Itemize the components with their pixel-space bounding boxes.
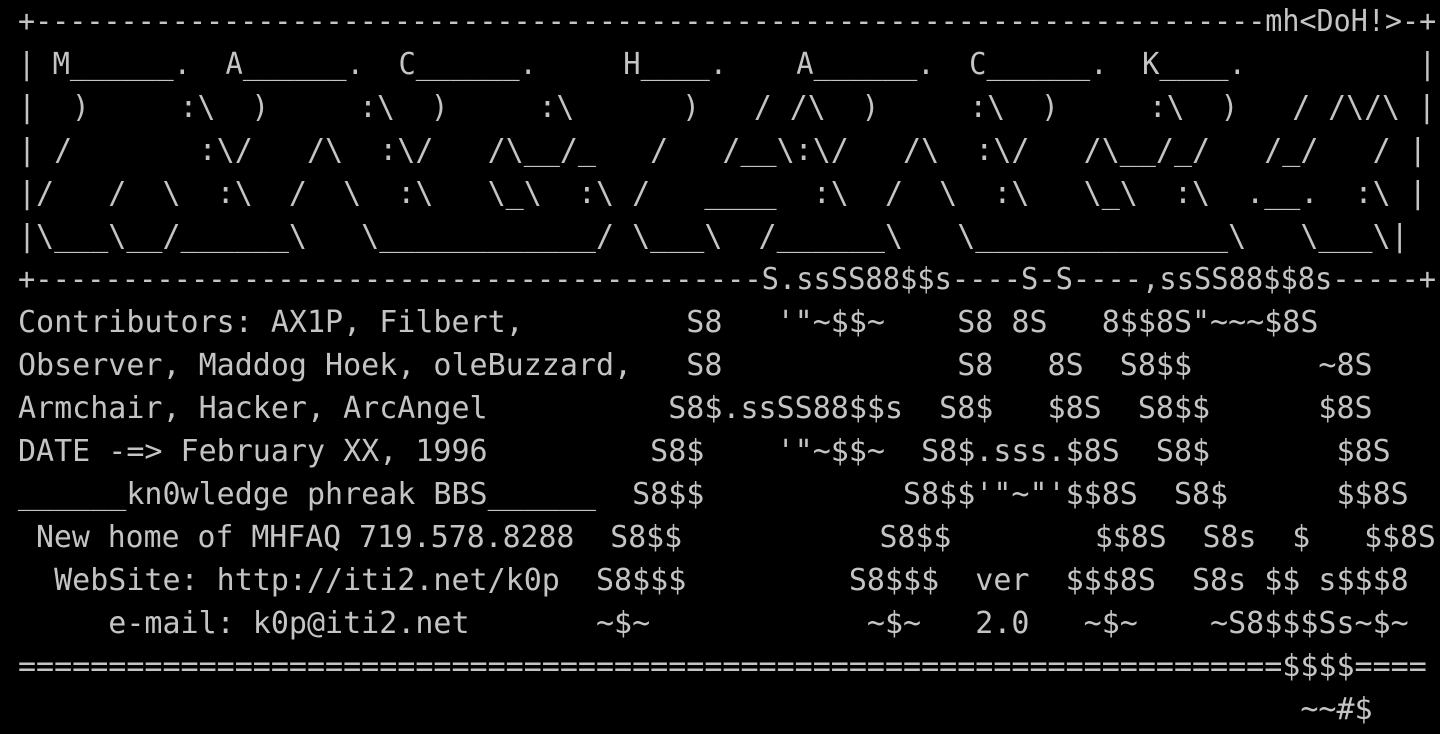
trailing-art-line: ~~#$ (18, 692, 1373, 727)
ansi-logo-row-2: | ) :\ ) :\ ) :\ ) / /\ ) :\ ) :\ ) / /\… (18, 90, 1436, 125)
separator-line: ========================================… (18, 649, 1427, 684)
terminal-screen: +---------------------------------------… (0, 0, 1440, 734)
ansi-logo-row-4: |/ / \ :\ / \ :\ \_\ :\ / ____ :\ / \ :\… (18, 176, 1427, 211)
ansi-border-bottom: +---------------------------------------… (18, 262, 1437, 297)
contributors-line-2: Observer, Maddog Hoek, oleBuzzard, S8 S8… (18, 348, 1373, 383)
ansi-border-top: +---------------------------------------… (18, 4, 1437, 39)
bbs-name-line: ______kn0wledge phreak BBS______ S8$$ S8… (18, 477, 1409, 512)
contributors-line: Contributors: AX1P, Filbert, S8 '"~$$~ S… (18, 305, 1319, 340)
email-line: e-mail: k0p@iti2.net ~$~ ~$~ 2.0 ~$~ ~S8… (18, 606, 1409, 641)
date-line: DATE -=> February XX, 1996 S8$ '"~$$~ S8… (18, 434, 1391, 469)
contributors-line-3: Armchair, Hacker, ArcAngel S8$.ssSS88$$s… (18, 391, 1373, 426)
website-line: WebSite: http://iti2.net/k0p S8$$$ S8$$$… (18, 563, 1409, 598)
phone-number-line: New home of MHFAQ 719.578.8288 S8$$ S8$$… (18, 520, 1436, 555)
ansi-logo-row-5: |\___\__/______\ \____________/ \___\ /_… (18, 219, 1409, 254)
ansi-logo-row-1: | M______. A______. C______. H____. A___… (18, 47, 1437, 82)
ansi-logo-row-3: | / :\/ /\ :\/ /\__/_ / /__\:\/ /\ :\/ /… (18, 133, 1427, 168)
